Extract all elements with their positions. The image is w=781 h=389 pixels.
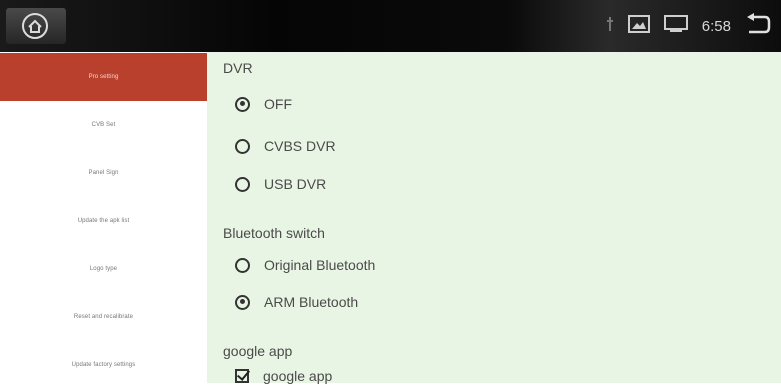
back-icon[interactable] (745, 12, 771, 40)
home-button[interactable] (6, 8, 66, 44)
gallery-icon[interactable] (627, 14, 650, 38)
radio-icon[interactable] (235, 257, 250, 273)
google-app-option[interactable]: google app (235, 368, 332, 384)
sidebar-item-label: CVB Set (91, 122, 116, 128)
bluetooth-option-original[interactable]: Original Bluetooth (235, 257, 375, 273)
option-label: OFF (264, 96, 292, 112)
home-icon (22, 13, 48, 39)
google-section-title: google app (223, 343, 293, 359)
option-label: CVBS DVR (264, 138, 336, 154)
status-icons: 6:58 (521, 0, 781, 52)
dvr-option-cvbs[interactable]: CVBS DVR (235, 138, 336, 154)
sidebar-item-logo-type[interactable]: Logo type (0, 245, 207, 293)
option-label: ARM Bluetooth (264, 294, 359, 310)
option-label: Original Bluetooth (264, 257, 376, 273)
clock: 6:58 (701, 17, 731, 35)
sidebar-item-label: Reset and recalibrate (73, 314, 134, 320)
sidebar-item-label: Panel Sign (88, 170, 119, 176)
sidebar-item-label: Logo type (89, 266, 118, 272)
sidebar-item-label: Update the apk list (77, 218, 130, 224)
radio-icon[interactable] (235, 176, 250, 192)
radio-selected-icon[interactable] (235, 294, 250, 310)
sidebar-item-panel-sign[interactable]: Panel Sign (0, 149, 207, 197)
sidebar-item-pro-setting[interactable]: Pro setting (0, 53, 207, 101)
bluetooth-option-arm[interactable]: ARM Bluetooth (235, 294, 358, 310)
sidebar-item-factory-settings[interactable]: Update factory settings (0, 341, 207, 389)
checkbox-checked-icon[interactable] (235, 369, 249, 383)
dvr-option-usb[interactable]: USB DVR (235, 176, 326, 192)
sidebar-item-update-apk-list[interactable]: Update the apk list (0, 197, 207, 245)
status-bar: 6:58 (0, 0, 781, 52)
sidebar-item-label: Update factory settings (71, 362, 136, 368)
option-label: google app (263, 368, 333, 384)
settings-panel: DVR OFF CVBS DVR USB DVR Bluetooth switc… (207, 52, 781, 384)
window-icon[interactable] (663, 14, 688, 38)
option-label: USB DVR (264, 176, 327, 192)
sidebar-item-reset[interactable]: Reset and recalibrate (0, 293, 207, 341)
radio-selected-icon[interactable] (235, 96, 250, 112)
sidebar: Pro setting CVB Set Panel Sign Update th… (0, 52, 207, 383)
usb-icon (606, 16, 614, 37)
dvr-option-off[interactable]: OFF (235, 96, 292, 112)
sidebar-item-label: Pro setting (88, 74, 119, 80)
dvr-section-title: DVR (223, 60, 253, 76)
bluetooth-section-title: Bluetooth switch (223, 225, 325, 241)
radio-icon[interactable] (235, 138, 250, 154)
sidebar-item-cvb-set[interactable]: CVB Set (0, 101, 207, 149)
